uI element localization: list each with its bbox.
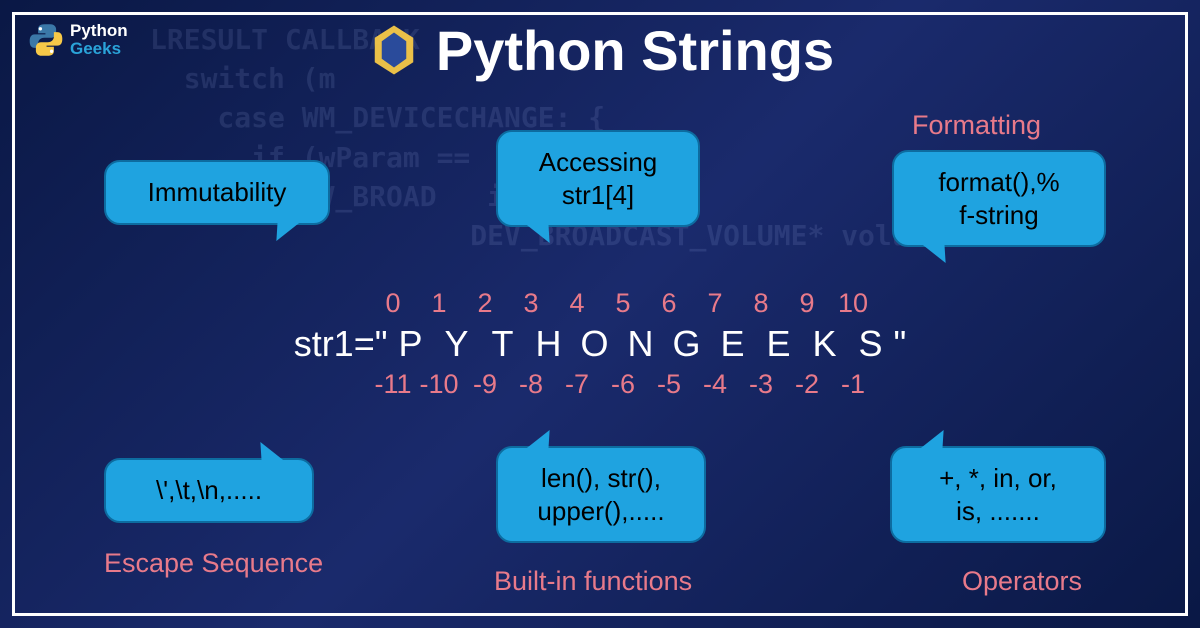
bubble-format-l1: format(),% [918, 166, 1080, 199]
string-value-row: str1="PYTHONGEEKS" [0, 323, 1200, 365]
bubble-ops-l2: is, ....... [916, 495, 1080, 528]
bubble-escape-text: \',\t,\n,..... [156, 475, 262, 505]
bubble-builtin-l1: len(), str(), [522, 462, 680, 495]
bubble-format-l2: f-string [918, 199, 1080, 232]
title-icon [366, 22, 422, 78]
positive-index-row: 012345678910 [0, 288, 1200, 319]
bubble-immutability-text: Immutability [148, 177, 287, 207]
bubble-accessing: Accessing str1[4] [496, 130, 700, 227]
label-escape: Escape Sequence [104, 548, 323, 579]
label-builtin: Built-in functions [494, 566, 692, 597]
bubble-builtin: len(), str(), upper(),..... [496, 446, 706, 543]
negative-index-row: -11-10-9-8-7-6-5-4-3-2-1 [0, 369, 1200, 400]
page-title: Python Strings [0, 18, 1200, 83]
bubble-format: format(),% f-string [892, 150, 1106, 247]
string-index-diagram: 012345678910 str1="PYTHONGEEKS" -11-10-9… [0, 288, 1200, 400]
bubble-builtin-l2: upper(),..... [522, 495, 680, 528]
bubble-operators: +, *, in, or, is, ....... [890, 446, 1106, 543]
label-formatting: Formatting [912, 110, 1041, 141]
bubble-escape: \',\t,\n,..... [104, 458, 314, 523]
label-operators: Operators [962, 566, 1082, 597]
title-text: Python Strings [436, 19, 834, 82]
bubble-immutability: Immutability [104, 160, 330, 225]
bubble-accessing-l1: Accessing [522, 146, 674, 179]
bubble-ops-l1: +, *, in, or, [916, 462, 1080, 495]
bubble-accessing-l2: str1[4] [522, 179, 674, 212]
